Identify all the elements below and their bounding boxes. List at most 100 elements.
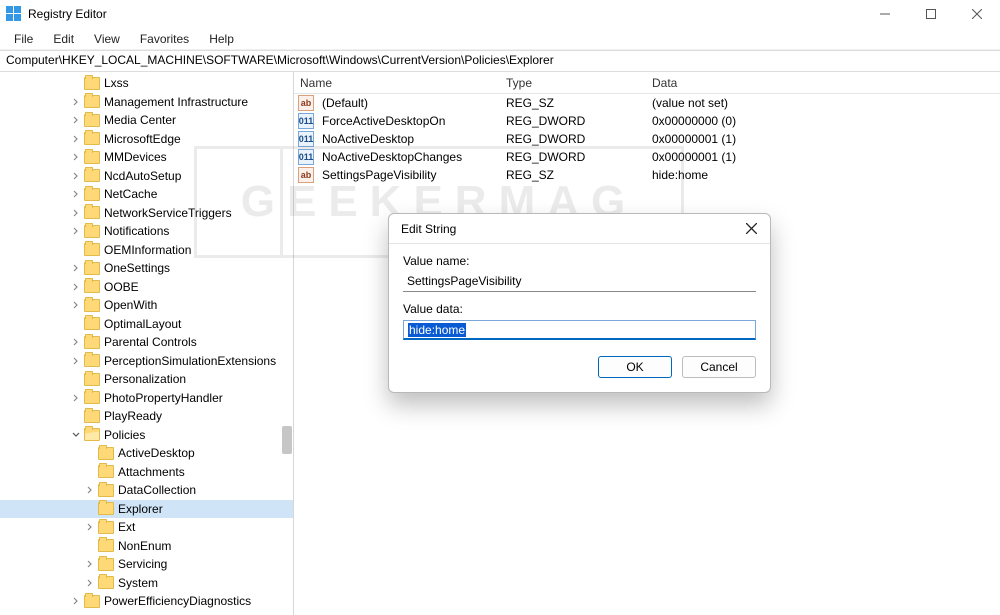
expand-chevron-icon[interactable] <box>70 207 82 219</box>
value-row[interactable]: ab(Default)REG_SZ(value not set) <box>294 94 1000 112</box>
tree-item-policies[interactable]: Policies <box>0 426 293 445</box>
value-name-field[interactable]: SettingsPageVisibility <box>403 272 756 292</box>
cancel-button[interactable]: Cancel <box>682 356 756 378</box>
tree-item-label: OptimalLayout <box>104 317 181 331</box>
maximize-button[interactable] <box>908 0 954 28</box>
expand-chevron-icon[interactable] <box>70 355 82 367</box>
tree-item-perceptionsimulationextensions[interactable]: PerceptionSimulationExtensions <box>0 352 293 371</box>
tree-item-servicing[interactable]: Servicing <box>0 555 293 574</box>
expand-chevron-icon[interactable] <box>70 262 82 274</box>
tree-item-netcache[interactable]: NetCache <box>0 185 293 204</box>
tree-item-label: Ext <box>118 520 135 534</box>
tree-item-label: PhotoPropertyHandler <box>104 391 223 405</box>
folder-icon <box>84 595 100 608</box>
value-row[interactable]: 011NoActiveDesktopChangesREG_DWORD0x0000… <box>294 148 1000 166</box>
expand-chevron-icon[interactable] <box>70 170 82 182</box>
cell-name: NoActiveDesktop <box>316 132 500 146</box>
expand-chevron-icon[interactable] <box>70 595 82 607</box>
tree-item-optimallayout[interactable]: OptimalLayout <box>0 315 293 334</box>
window-title: Registry Editor <box>28 7 107 21</box>
folder-icon <box>84 410 100 423</box>
ok-button[interactable]: OK <box>598 356 672 378</box>
tree-item-ext[interactable]: Ext <box>0 518 293 537</box>
tree-item-powerefficiencydiagnostics[interactable]: PowerEfficiencyDiagnostics <box>0 592 293 611</box>
expand-chevron-icon[interactable] <box>84 558 96 570</box>
tree-item-nonenum[interactable]: NonEnum <box>0 537 293 556</box>
value-row[interactable]: 011NoActiveDesktopREG_DWORD0x00000001 (1… <box>294 130 1000 148</box>
tree-item-microsoftedge[interactable]: MicrosoftEdge <box>0 130 293 149</box>
expand-chevron-icon[interactable] <box>84 484 96 496</box>
tree-item-attachments[interactable]: Attachments <box>0 463 293 482</box>
expand-chevron-icon[interactable] <box>70 299 82 311</box>
expand-chevron-icon[interactable] <box>70 133 82 145</box>
expand-chevron-icon[interactable] <box>70 151 82 163</box>
cell-name: ForceActiveDesktopOn <box>316 114 500 128</box>
expand-chevron-icon[interactable] <box>84 521 96 533</box>
expand-chevron-icon[interactable] <box>70 188 82 200</box>
cell-name: (Default) <box>316 96 500 110</box>
close-button[interactable] <box>954 0 1000 28</box>
edit-string-dialog: Edit String Value name: SettingsPageVisi… <box>388 213 771 393</box>
value-row[interactable]: 011ForceActiveDesktopOnREG_DWORD0x000000… <box>294 112 1000 130</box>
menu-view[interactable]: View <box>86 30 128 48</box>
tree-item-label: NetCache <box>104 187 157 201</box>
address-bar[interactable]: Computer\HKEY_LOCAL_MACHINE\SOFTWARE\Mic… <box>0 50 1000 72</box>
tree-item-management-infrastructure[interactable]: Management Infrastructure <box>0 93 293 112</box>
tree-item-playready[interactable]: PlayReady <box>0 407 293 426</box>
expand-chevron-icon[interactable] <box>84 577 96 589</box>
tree-item-ncdautosetup[interactable]: NcdAutoSetup <box>0 167 293 186</box>
expand-chevron-icon[interactable] <box>70 392 82 404</box>
value-data-field[interactable]: hide:home <box>403 320 756 340</box>
folder-icon <box>84 169 100 182</box>
tree-item-oobe[interactable]: OOBE <box>0 278 293 297</box>
tree-item-lxss[interactable]: Lxss <box>0 74 293 93</box>
value-row[interactable]: abSettingsPageVisibilityREG_SZhide:home <box>294 166 1000 184</box>
tree-item-explorer[interactable]: Explorer <box>0 500 293 519</box>
tree-item-media-center[interactable]: Media Center <box>0 111 293 130</box>
menu-edit[interactable]: Edit <box>45 30 82 48</box>
tree-item-photopropertyhandler[interactable]: PhotoPropertyHandler <box>0 389 293 408</box>
expand-chevron-icon[interactable] <box>70 114 82 126</box>
menu-favorites[interactable]: Favorites <box>132 30 197 48</box>
col-name[interactable]: Name <box>294 76 500 90</box>
tree-item-system[interactable]: System <box>0 574 293 593</box>
cell-data: 0x00000001 (1) <box>646 132 1000 146</box>
tree-item-activedesktop[interactable]: ActiveDesktop <box>0 444 293 463</box>
reg-dword-icon: 011 <box>298 131 314 147</box>
tree-pane[interactable]: Lxss Management Infrastructure Media Cente… <box>0 72 294 615</box>
tree-item-label: Lxss <box>104 76 129 90</box>
expand-chevron-icon[interactable] <box>70 336 82 348</box>
tree-item-networkservicetriggers[interactable]: NetworkServiceTriggers <box>0 204 293 223</box>
folder-icon <box>84 373 100 386</box>
tree-item-parental-controls[interactable]: Parental Controls <box>0 333 293 352</box>
expand-chevron-icon[interactable] <box>70 281 82 293</box>
cell-type: REG_DWORD <box>500 150 646 164</box>
tree-item-label: Attachments <box>118 465 185 479</box>
col-data[interactable]: Data <box>646 76 1000 90</box>
menu-file[interactable]: File <box>6 30 41 48</box>
col-type[interactable]: Type <box>500 76 646 90</box>
value-name-label: Value name: <box>403 254 756 268</box>
tree-item-oeminformation[interactable]: OEMInformation <box>0 241 293 260</box>
dialog-close-button[interactable] <box>740 218 762 240</box>
expand-chevron-icon <box>84 503 96 515</box>
tree-item-label: Management Infrastructure <box>104 95 248 109</box>
expand-chevron-icon[interactable] <box>70 225 82 237</box>
tree-item-label: PerceptionSimulationExtensions <box>104 354 276 368</box>
tree-item-notifications[interactable]: Notifications <box>0 222 293 241</box>
reg-dword-icon: 011 <box>298 149 314 165</box>
menu-help[interactable]: Help <box>201 30 242 48</box>
folder-icon <box>98 576 114 589</box>
tree-item-datacollection[interactable]: DataCollection <box>0 481 293 500</box>
tree-item-personalization[interactable]: Personalization <box>0 370 293 389</box>
tree-item-onesettings[interactable]: OneSettings <box>0 259 293 278</box>
tree-item-label: System <box>118 576 158 590</box>
cell-name: NoActiveDesktopChanges <box>316 150 500 164</box>
tree-item-openwith[interactable]: OpenWith <box>0 296 293 315</box>
scrollbar-thumb[interactable] <box>282 426 292 454</box>
tree-item-mmdevices[interactable]: MMDevices <box>0 148 293 167</box>
folder-icon <box>84 132 100 145</box>
expand-chevron-icon[interactable] <box>70 96 82 108</box>
expand-chevron-icon[interactable] <box>70 429 82 441</box>
minimize-button[interactable] <box>862 0 908 28</box>
